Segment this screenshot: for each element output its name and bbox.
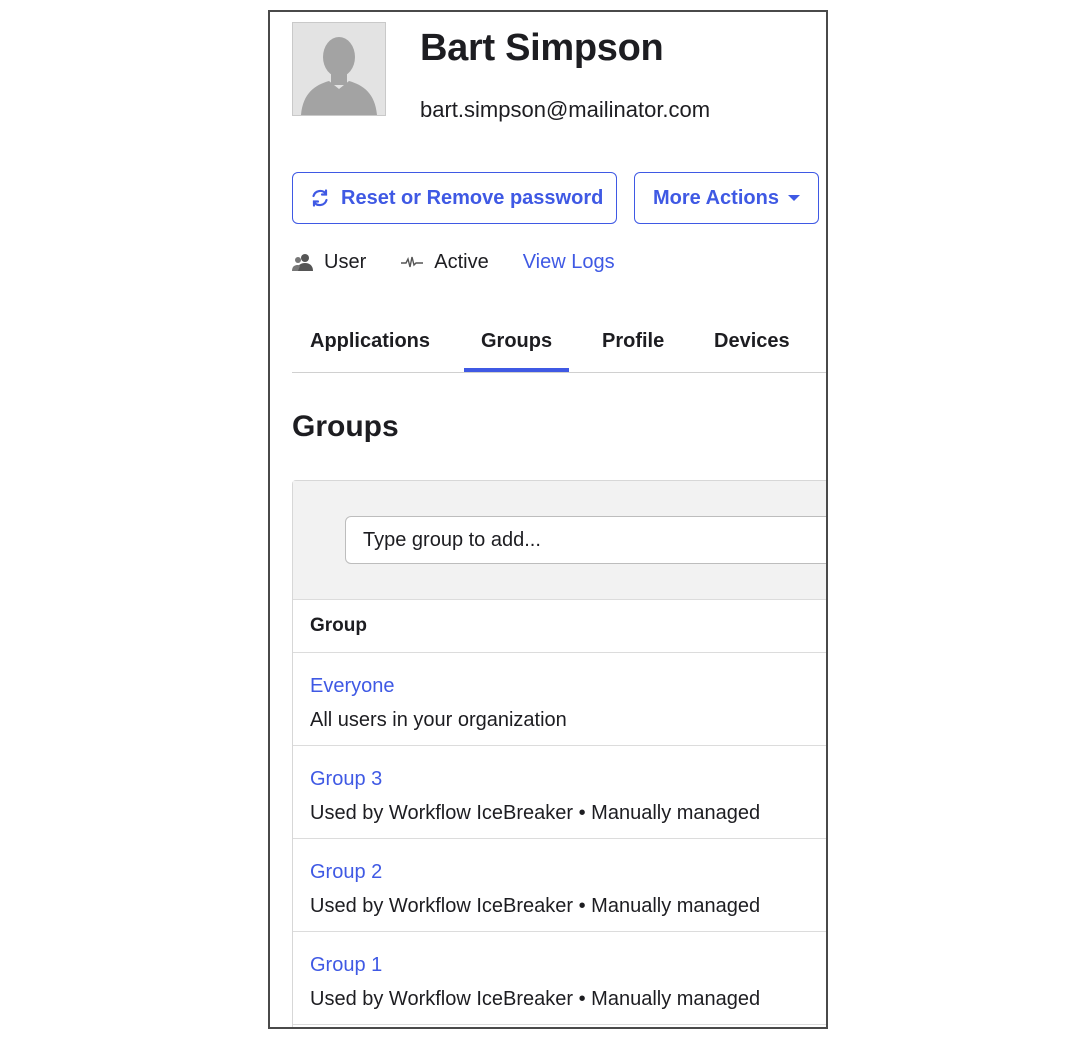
reset-password-label: Reset or Remove password <box>341 186 604 209</box>
tab-applications[interactable]: Applications <box>310 330 430 353</box>
user-profile-window: Bart Simpson bart.simpson@mailinator.com… <box>268 10 828 1029</box>
groups-section-title: Groups <box>292 410 399 443</box>
groups-panel: Group Everyone All users in your organiz… <box>292 480 826 1027</box>
status-indicator: Active <box>400 250 489 274</box>
profile-tabs: Applications Groups Profile Devices <box>292 322 826 373</box>
more-actions-button[interactable]: More Actions <box>634 172 819 224</box>
group-description: Used by Workflow IceBreaker • Manually m… <box>310 802 761 824</box>
group-column-header: Group <box>293 600 826 653</box>
group-row-everyone: Everyone All users in your organization <box>293 653 826 746</box>
view-logs-link[interactable]: View Logs <box>523 251 615 274</box>
tab-groups[interactable]: Groups <box>463 330 570 372</box>
group-row-group-3: Group 3 Used by Workflow IceBreaker • Ma… <box>293 746 826 839</box>
add-group-bar <box>293 481 826 600</box>
add-group-input[interactable] <box>345 516 826 564</box>
default-avatar-icon <box>292 22 386 116</box>
group-link-group-3[interactable]: Group 3 <box>310 766 826 792</box>
group-description: Used by Workflow IceBreaker • Manually m… <box>310 895 761 917</box>
caret-down-icon <box>787 193 801 203</box>
status-label: Active <box>434 250 489 273</box>
group-row-group-2: Group 2 Used by Workflow IceBreaker • Ma… <box>293 839 826 932</box>
group-description: Used by Workflow IceBreaker • Manually m… <box>310 988 761 1010</box>
user-meta: User Active View Logs <box>292 248 649 276</box>
activity-icon <box>400 254 424 270</box>
group-link-group-1[interactable]: Group 1 <box>310 952 826 978</box>
role-label: User <box>324 250 367 273</box>
tab-profile[interactable]: Profile <box>602 330 664 353</box>
group-link-everyone[interactable]: Everyone <box>310 673 826 699</box>
group-row-group-1: Group 1 Used by Workflow IceBreaker • Ma… <box>293 932 826 1025</box>
user-icon <box>292 252 314 272</box>
more-actions-label: More Actions <box>653 186 779 209</box>
refresh-icon <box>309 187 331 209</box>
user-email: bart.simpson@mailinator.com <box>420 97 711 122</box>
reset-password-button[interactable]: Reset or Remove password <box>292 172 617 224</box>
tab-devices[interactable]: Devices <box>714 330 790 353</box>
profile-content: Bart Simpson bart.simpson@mailinator.com… <box>270 12 826 1027</box>
group-description: All users in your organization <box>310 709 567 731</box>
group-link-group-2[interactable]: Group 2 <box>310 859 826 885</box>
user-name: Bart Simpson <box>420 27 664 69</box>
role-indicator: User <box>292 251 366 274</box>
